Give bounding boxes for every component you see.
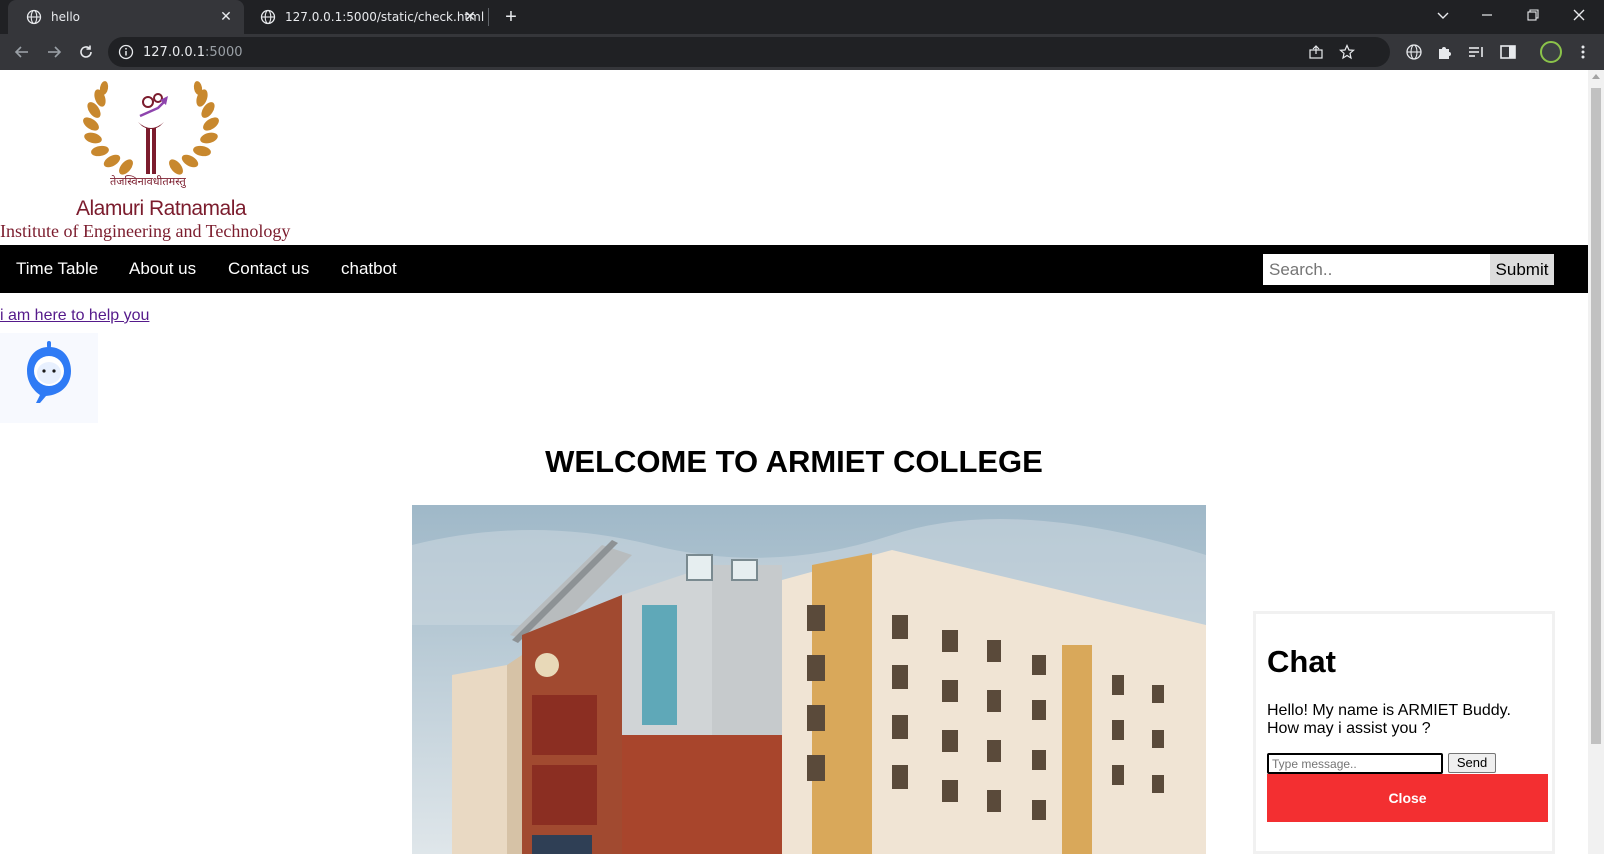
extensions-icon[interactable] <box>1436 43 1454 61</box>
profile-avatar[interactable] <box>1540 41 1562 63</box>
url-host: 127.0.0.1 <box>143 45 206 60</box>
browser-toolbar: 127.0.0.1:5000 <box>0 34 1604 70</box>
browser-tabstrip: hello ✕ 127.0.0.1:5000/static/check.html… <box>0 0 1604 34</box>
forward-icon[interactable] <box>40 38 68 66</box>
page-viewport: तेजस्विनावधीतमस्तु Alamuri Ratnamala Ins… <box>0 70 1588 854</box>
scrollbar-thumb[interactable] <box>1591 88 1601 744</box>
nav-about-us[interactable]: About us <box>129 259 196 279</box>
tab-separator <box>488 8 489 26</box>
chat-greeting: Hello! My name is ARMIET Buddy. How may … <box>1267 702 1511 737</box>
nav-contact-us[interactable]: Contact us <box>228 259 309 279</box>
help-link[interactable]: i am here to help you <box>0 307 149 325</box>
chat-popup: Chat Hello! My name is ARMIET Buddy. How… <box>1253 611 1555 854</box>
minimize-icon[interactable] <box>1464 0 1510 30</box>
chat-message-input[interactable] <box>1267 753 1443 774</box>
nav-time-table[interactable]: Time Table <box>16 259 98 279</box>
college-logo: तेजस्विनावधीतमस्तु Alamuri Ratnamala Ins… <box>0 70 320 245</box>
reload-icon[interactable] <box>72 38 100 66</box>
close-chat-button[interactable]: Close <box>1267 774 1548 822</box>
close-window-icon[interactable] <box>1556 0 1602 30</box>
logo-motto: तेजस्विनावधीतमस्तु <box>110 175 186 188</box>
close-tab-icon[interactable]: ✕ <box>218 9 234 25</box>
nav-chatbot[interactable]: chatbot <box>341 259 397 279</box>
globe-icon <box>260 9 276 25</box>
tab-check-html[interactable]: 127.0.0.1:5000/static/check.html ✕ <box>244 0 488 34</box>
info-icon[interactable] <box>118 44 134 60</box>
chatbot-launcher[interactable] <box>0 333 98 423</box>
logo-subtitle: Institute of Engineering and Technology <box>0 221 291 241</box>
robot-icon <box>27 341 71 403</box>
restore-icon[interactable] <box>1510 0 1556 30</box>
tab-title: hello <box>51 10 80 24</box>
page-scrollbar[interactable] <box>1588 70 1604 854</box>
campus-photo <box>412 505 1206 854</box>
search-input[interactable] <box>1263 254 1491 285</box>
tab-hello[interactable]: hello ✕ <box>8 0 244 34</box>
back-icon[interactable] <box>8 38 36 66</box>
reading-list-icon[interactable] <box>1467 43 1485 61</box>
url-text: 127.0.0.1:5000 <box>143 45 243 60</box>
menu-icon[interactable] <box>1574 43 1592 61</box>
logo-name: Alamuri Ratnamala <box>76 197 247 220</box>
side-panel-icon[interactable] <box>1499 43 1517 61</box>
chat-title: Chat <box>1267 644 1336 679</box>
globe-icon <box>26 9 42 25</box>
top-navbar: Time Table About us Contact us chatbot S… <box>0 245 1588 293</box>
submit-button[interactable]: Submit <box>1490 254 1554 285</box>
star-icon[interactable] <box>1339 44 1355 60</box>
tab-search-icon[interactable] <box>1420 0 1466 30</box>
send-button[interactable]: Send <box>1448 753 1496 773</box>
close-tab-icon[interactable]: ✕ <box>462 9 478 25</box>
new-tab-icon[interactable]: + <box>500 6 522 28</box>
translate-icon[interactable] <box>1405 43 1423 61</box>
tab-title: 127.0.0.1:5000/static/check.html <box>285 10 485 24</box>
address-bar[interactable]: 127.0.0.1:5000 <box>108 37 1390 67</box>
page-title: WELCOME TO ARMIET COLLEGE <box>545 444 1043 479</box>
share-icon[interactable] <box>1308 44 1324 60</box>
url-port: :5000 <box>205 45 243 60</box>
scroll-up-icon[interactable] <box>1592 74 1600 79</box>
